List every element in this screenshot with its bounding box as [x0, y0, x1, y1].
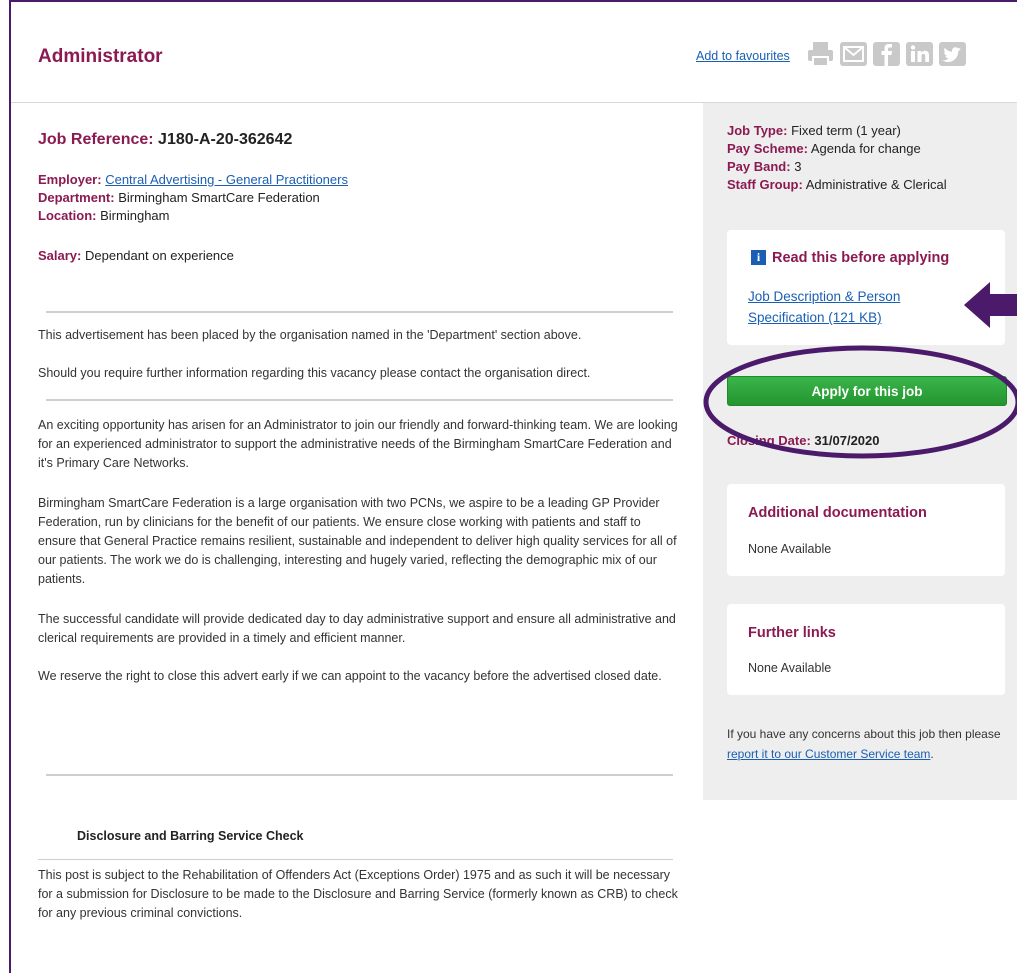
- divider: [46, 774, 673, 776]
- pay-scheme-row: Pay Scheme: Agenda for change: [727, 140, 921, 158]
- apply-button[interactable]: Apply for this job: [727, 376, 1007, 406]
- job-reference: Job Reference: J180-A-20-362642: [38, 131, 292, 149]
- pay-scheme-value: Agenda for change: [810, 141, 921, 156]
- read-before-applying-card: i Read this before applying Job Descript…: [727, 230, 1005, 345]
- location-value: Birmingham: [100, 208, 170, 223]
- job-reference-label: Job Reference:: [38, 131, 154, 148]
- report-customer-service-link[interactable]: report it to our Customer Service team: [727, 747, 930, 761]
- add-to-favourites-link[interactable]: Add to favourites: [696, 49, 790, 63]
- closing-date-label: Closing Date:: [727, 433, 811, 448]
- employer-row: Employer: Central Advertising - General …: [38, 171, 348, 189]
- dbs-section-title: Disclosure and Barring Service Check: [77, 829, 304, 843]
- job-advert-page: Administrator Add to favourites Job Refe…: [9, 0, 1017, 973]
- further-links-title: Further links: [748, 625, 836, 641]
- read-before-applying-title: Read this before applying: [772, 250, 950, 266]
- further-links-text: None Available: [748, 661, 832, 675]
- description-paragraph: Birmingham SmartCare Federation is a lar…: [38, 496, 677, 586]
- location-label: Location:: [38, 208, 97, 223]
- closing-date-value: 31/07/2020: [814, 433, 880, 448]
- staff-group-label: Staff Group:: [727, 177, 803, 192]
- employer-link[interactable]: Central Advertising - General Practition…: [105, 172, 348, 187]
- closing-date: Closing Date: 31/07/2020: [727, 433, 880, 448]
- further-links-card: Further links None Available: [727, 604, 1005, 695]
- info-icon: i: [751, 250, 766, 265]
- page-header: Administrator Add to favourites: [11, 2, 1017, 103]
- staff-group-row: Staff Group: Administrative & Clerical: [727, 176, 947, 194]
- divider: [46, 399, 673, 401]
- pay-scheme-label: Pay Scheme:: [727, 141, 808, 156]
- job-sidebar: Job Type: Fixed term (1 year) Pay Scheme…: [703, 103, 1017, 800]
- report-concern-text: If you have any concerns about this job …: [727, 724, 1017, 764]
- salary-row: Salary: Dependant on experience: [38, 247, 234, 265]
- placement-notice: This advertisement has been placed by th…: [38, 328, 582, 342]
- print-icon[interactable]: [806, 40, 835, 68]
- pay-band-label: Pay Band:: [727, 159, 791, 174]
- twitter-icon[interactable]: [938, 40, 967, 68]
- job-type-value: Fixed term (1 year): [791, 123, 901, 138]
- share-toolbar: [806, 40, 967, 68]
- department-row: Department: Birmingham SmartCare Federat…: [38, 189, 320, 207]
- department-value: Birmingham SmartCare Federation: [118, 190, 320, 205]
- page-title: Administrator: [38, 46, 163, 67]
- description-paragraph: The successful candidate will provide de…: [38, 612, 676, 645]
- pay-band-row: Pay Band: 3: [727, 158, 801, 176]
- department-label: Department:: [38, 190, 115, 205]
- facebook-icon[interactable]: [872, 40, 901, 68]
- salary-label: Salary:: [38, 248, 82, 263]
- additional-documentation-title: Additional documentation: [748, 505, 927, 521]
- contact-notice: Should you require further information r…: [38, 366, 591, 380]
- email-icon[interactable]: [839, 40, 868, 68]
- job-reference-value: J180-A-20-362642: [158, 131, 293, 148]
- staff-group-value: Administrative & Clerical: [805, 177, 947, 192]
- salary-value: Dependant on experience: [85, 248, 234, 263]
- location-row: Location: Birmingham: [38, 207, 169, 225]
- divider: [46, 311, 673, 313]
- description-paragraph: An exciting opportunity has arisen for a…: [38, 418, 678, 470]
- job-type-row: Job Type: Fixed term (1 year): [727, 122, 901, 140]
- divider: [38, 859, 673, 860]
- description-paragraph: We reserve the right to close this adver…: [38, 669, 662, 683]
- job-type-label: Job Type:: [727, 123, 788, 138]
- linkedin-icon[interactable]: [905, 40, 934, 68]
- pay-band-value: 3: [794, 159, 802, 174]
- additional-documentation-text: None Available: [748, 542, 832, 556]
- concern-text: If you have any concerns about this job …: [727, 727, 1001, 741]
- dbs-text: This post is subject to the Rehabilitati…: [38, 868, 678, 920]
- job-description-link[interactable]: Job Description & Person Specification (…: [748, 286, 948, 328]
- additional-documentation-card: Additional documentation None Available: [727, 484, 1005, 576]
- employer-label: Employer:: [38, 172, 102, 187]
- concern-end: .: [930, 747, 934, 761]
